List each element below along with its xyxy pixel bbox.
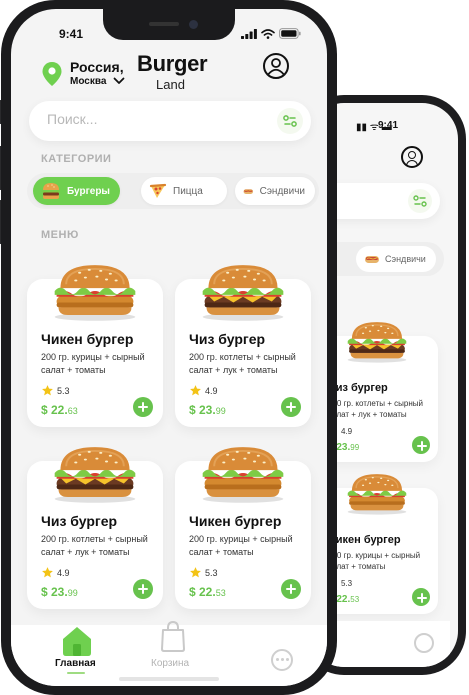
product-description: 200 гр. котлеты + сырный салат + лук + т… (189, 352, 296, 375)
category-label: Пицца (173, 185, 203, 197)
add-to-cart-button[interactable] (412, 436, 430, 454)
filter-icon (413, 195, 427, 207)
burger-icon (42, 183, 60, 199)
product-card[interactable]: Чикен бургер 200 гр. курицы + сырный сал… (175, 447, 311, 609)
back-category-sandwiches[interactable]: Сэндвичи (356, 246, 436, 272)
user-icon (267, 58, 285, 75)
search-input[interactable] (47, 111, 247, 127)
back-product-desc: 200 гр. котлеты + сырный салат + лук + т… (328, 399, 423, 419)
product-rating: 5.3 (205, 568, 218, 578)
brand-logo-subtitle: Land (156, 77, 185, 92)
product-price: $ 23.99 (189, 403, 226, 417)
product-description: 200 гр. курицы + сырный салат + томаты (189, 534, 293, 557)
category-pizza[interactable]: Пицца (141, 177, 227, 205)
add-to-cart-button[interactable] (133, 579, 153, 599)
cheeseburger-image (54, 447, 136, 503)
product-card[interactable]: Чиз бургер 200 гр. котлеты + сырный сала… (27, 447, 163, 609)
back-user-button[interactable] (401, 146, 423, 168)
star-icon (190, 385, 201, 396)
pizza-icon (149, 183, 167, 198)
chicken-burger-image (202, 447, 284, 503)
star-icon (42, 567, 53, 578)
app-screen: 9:41 Россия, Москва Burger Land Поиск...… (11, 9, 327, 686)
camera (189, 20, 198, 29)
signal-icon (241, 28, 257, 39)
home-icon (63, 627, 91, 656)
battery-icon (279, 28, 301, 39)
product-name: Чикен бургер (41, 331, 134, 347)
back-product-rating: 5.3 (341, 579, 353, 588)
brand-logo-title: Burger (137, 51, 208, 76)
tab-cart-label[interactable]: Корзина (151, 658, 189, 669)
tab-home-label[interactable]: Главная (55, 658, 96, 669)
product-name: Чиз бургер (189, 331, 266, 347)
back-status-icons: ▮▮ ᯤ ▬ (356, 122, 392, 133)
star-icon (190, 567, 201, 578)
user-icon (408, 151, 416, 159)
back-product-name: Чикен бургер (328, 534, 401, 546)
profile-button[interactable] (263, 53, 289, 79)
product-rating: 4.9 (57, 568, 70, 578)
product-price: $ 22.53 (189, 585, 226, 599)
product-description: 200 гр. курицы + сырный салат + томаты (41, 352, 145, 375)
status-icons (241, 28, 301, 39)
chicken-burger-image (347, 474, 407, 515)
cheeseburger-image (347, 322, 407, 363)
back-product-rating: 4.9 (341, 427, 353, 436)
add-to-cart-button[interactable] (281, 579, 301, 599)
home-indicator (119, 677, 219, 681)
hotdog-icon (365, 256, 379, 263)
location-city[interactable]: Москва (70, 76, 106, 87)
add-to-cart-button[interactable] (281, 397, 301, 417)
wifi-icon (261, 28, 275, 39)
back-product-desc: 200 гр. курицы + сырный салат + томаты (328, 551, 421, 571)
product-card[interactable]: Чиз бургер 200 гр. котлеты + сырный сала… (175, 265, 311, 427)
product-price: $ 23.99 (41, 585, 78, 599)
product-rating: 4.9 (205, 386, 218, 396)
category-bar: Бургеры Пицца Сэндвичи (27, 173, 319, 209)
back-more-button[interactable] (414, 633, 434, 653)
product-card[interactable]: Чикен бургер 200 гр. курицы + сырный сал… (27, 265, 163, 427)
cheeseburger-image (202, 265, 284, 321)
shopping-bag-icon (161, 620, 185, 652)
front-phone: 9:41 Россия, Москва Burger Land Поиск...… (1, 0, 337, 695)
chicken-burger-image (54, 265, 136, 321)
tab-home[interactable] (59, 625, 95, 662)
product-name: Чиз бургер (41, 513, 118, 529)
filter-icon (283, 115, 297, 127)
product-price: $ 22.63 (41, 403, 78, 417)
speaker (149, 22, 179, 26)
location-country[interactable]: Россия, (70, 59, 124, 75)
notch (103, 9, 235, 40)
tab-cart[interactable] (159, 619, 187, 658)
product-name: Чикен бургер (189, 513, 282, 529)
search-bar[interactable] (29, 101, 311, 141)
add-to-cart-button[interactable] (412, 588, 430, 606)
chevron-down-icon[interactable] (113, 76, 125, 86)
categories-heading: КАТЕГОРИИ (41, 153, 112, 165)
back-product-card[interactable]: Чиз бургер 200 гр. котлеты + сырный сала… (320, 322, 438, 462)
user-icon-body (406, 160, 418, 166)
category-burgers[interactable]: Бургеры (33, 177, 120, 205)
product-description: 200 гр. котлеты + сырный салат + лук + т… (41, 534, 148, 557)
hotdog-icon (243, 189, 254, 194)
category-label: Бургеры (67, 185, 110, 197)
back-product-card[interactable]: Чикен бургер 200 гр. курицы + сырный сал… (320, 474, 438, 614)
product-rating: 5.3 (57, 386, 70, 396)
add-to-cart-button[interactable] (133, 397, 153, 417)
filter-button[interactable] (277, 108, 303, 134)
back-category-label: Сэндвичи (385, 254, 426, 264)
back-filter-button[interactable] (408, 189, 432, 213)
menu-heading: МЕНЮ (41, 229, 79, 241)
location-pin-icon[interactable] (41, 61, 63, 92)
category-sandwiches[interactable]: Сэндвичи (235, 177, 315, 205)
category-label: Сэндвичи (259, 185, 305, 197)
more-options-icon[interactable] (271, 649, 293, 671)
phones-mockup: 9:41 ▮▮ ᯤ ▬ r Сэндвичи (0, 0, 469, 695)
status-time: 9:41 (59, 27, 84, 41)
active-tab-indicator (67, 672, 85, 674)
star-icon (42, 385, 53, 396)
